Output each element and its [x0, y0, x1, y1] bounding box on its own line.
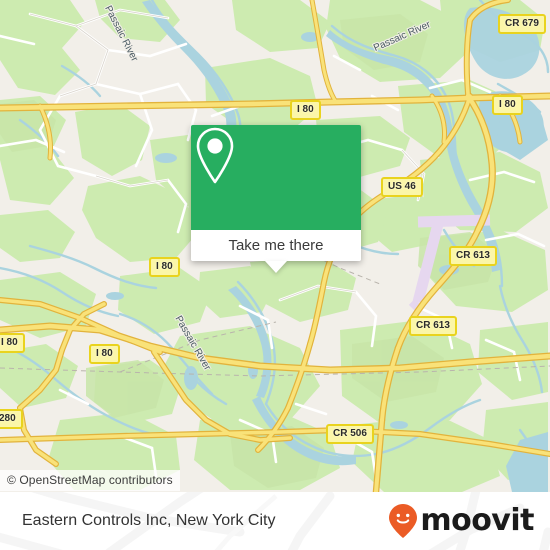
footer-bar: Eastern Controls Inc, New York City moov… — [0, 492, 550, 550]
highway-shield-i-80[interactable]: I 80 — [492, 95, 523, 115]
highway-shield-cr-506[interactable]: CR 506 — [326, 424, 374, 444]
location-popup-card[interactable]: Take me there — [191, 125, 361, 273]
take-me-there-label: Take me there — [228, 237, 324, 254]
place-title: Eastern Controls Inc, New York City — [22, 512, 276, 529]
moovit-wordmark: moovit — [420, 503, 534, 538]
take-me-there-button[interactable]: Take me there — [191, 230, 361, 261]
osm-attribution[interactable]: © OpenStreetMap contributors — [0, 470, 180, 491]
popup-pointer — [265, 261, 287, 273]
highway-shield-cr-613[interactable]: CR 613 — [409, 316, 457, 336]
moovit-logo[interactable]: moovit — [388, 503, 534, 539]
highway-shield-i-80[interactable]: I 80 — [89, 344, 120, 364]
highway-shield-i-80[interactable]: I 80 — [149, 257, 180, 277]
map-canvas[interactable]: Passaic River Passaic River Passaic Rive… — [0, 0, 550, 492]
highway-shield-i-80[interactable]: I 80 — [0, 333, 25, 353]
moovit-pin-smiley-icon — [389, 504, 418, 538]
highway-shield-280[interactable]: 280 — [0, 409, 23, 429]
map-pin-icon — [196, 127, 234, 184]
highway-shield-us-46[interactable]: US 46 — [381, 177, 423, 197]
highway-shield-cr-679[interactable]: CR 679 — [498, 14, 546, 34]
highway-shield-cr-613[interactable]: CR 613 — [449, 246, 497, 266]
map-screenshot: Passaic River Passaic River Passaic Rive… — [0, 0, 550, 550]
popup-header — [191, 125, 361, 230]
highway-shield-i-80[interactable]: I 80 — [290, 100, 321, 120]
